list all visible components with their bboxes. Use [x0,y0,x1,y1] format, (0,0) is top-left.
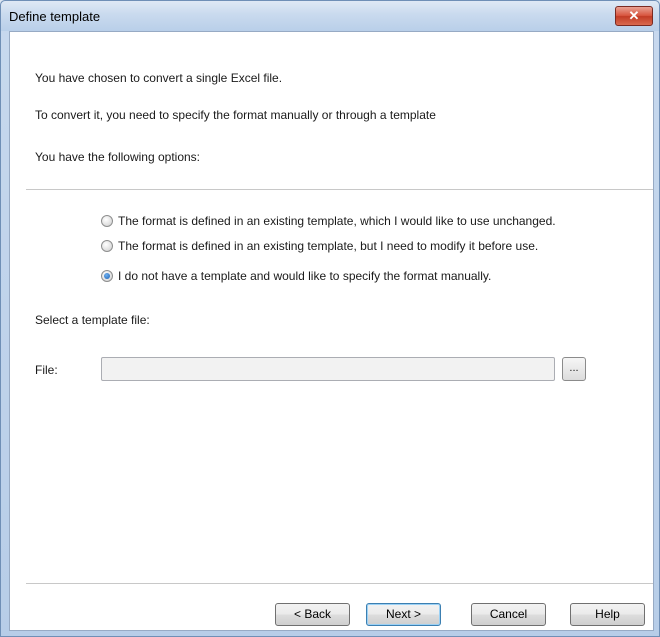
intro-line-2: To convert it, you need to specify the f… [35,108,436,122]
ellipsis-icon: ... [569,362,579,374]
template-file-input[interactable] [101,357,555,381]
dialog-content: You have chosen to convert a single Exce… [9,31,654,631]
option-label: The format is defined in an existing tem… [118,239,539,253]
option-label: I do not have a template and would like … [118,269,492,283]
window-title: Define template [9,9,101,24]
select-template-label: Select a template file: [35,313,150,327]
radio-button[interactable] [101,240,113,252]
file-label: File: [35,363,58,377]
close-icon: ✕ [628,8,640,23]
option-specify-manually[interactable]: I do not have a template and would like … [101,268,491,284]
next-button[interactable]: Next > [366,603,441,626]
intro-line-3: You have the following options: [35,150,201,164]
browse-button[interactable]: ... [562,357,586,381]
option-modify-template[interactable]: The format is defined in an existing tem… [101,238,538,254]
separator-bottom [26,583,653,584]
separator-top [26,189,653,190]
close-button[interactable]: ✕ [615,6,653,26]
radio-button-selected[interactable] [101,270,113,282]
intro-line-1: You have chosen to convert a single Exce… [35,71,283,85]
help-button[interactable]: Help [570,603,645,626]
option-use-template-unchanged[interactable]: The format is defined in an existing tem… [101,213,556,229]
define-template-window: Define template ✕ You have chosen to con… [0,0,660,637]
back-button[interactable]: < Back [275,603,350,626]
cancel-button[interactable]: Cancel [471,603,546,626]
title-bar: Define template ✕ [1,1,659,31]
radio-button[interactable] [101,215,113,227]
option-label: The format is defined in an existing tem… [118,214,556,228]
